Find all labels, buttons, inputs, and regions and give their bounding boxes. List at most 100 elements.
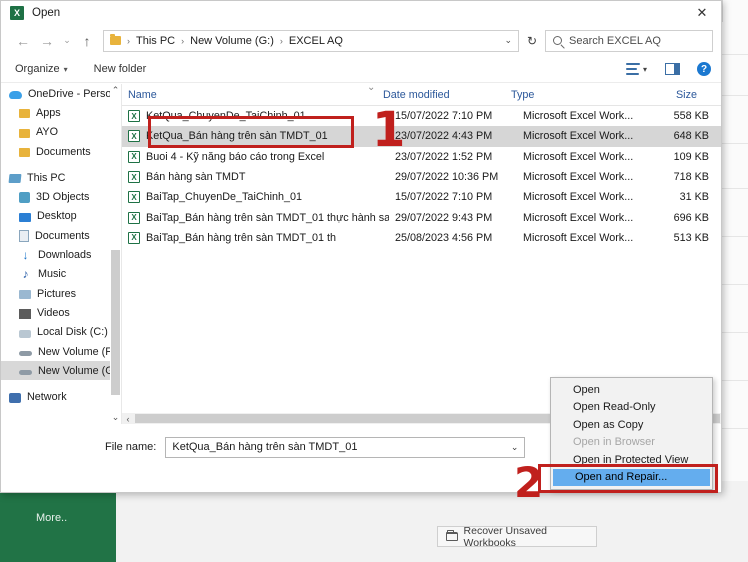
view-list-icon[interactable] [625, 63, 640, 75]
chevron-down-icon[interactable]: ⌄ [511, 442, 519, 453]
file-type: Microsoft Excel Work... [523, 150, 634, 163]
sidebar-item-label: AYO [36, 126, 58, 139]
sidebar-item-music[interactable]: ♪ Music [1, 265, 121, 284]
scroll-up-icon[interactable]: ⌃ [110, 84, 121, 97]
excel-file-icon: X [128, 130, 140, 143]
file-type: Microsoft Excel Work... [523, 191, 634, 204]
file-type: Microsoft Excel Work... [523, 130, 634, 143]
sidebar-item-label: Videos [37, 306, 70, 319]
sidebar-item-local-disk-c[interactable]: Local Disk (C:) [1, 323, 121, 342]
chevron-down-icon: ▾ [63, 64, 68, 74]
this-pc-icon [8, 174, 22, 184]
scroll-down-icon[interactable]: ⌄ [110, 411, 121, 424]
recover-unsaved-workbooks-label: Recover Unsaved Workbooks [463, 524, 548, 549]
excel-more-link[interactable]: More.. [36, 512, 67, 524]
sidebar-item-label: Documents [36, 145, 91, 158]
sidebar-item-pictures[interactable]: Pictures [1, 284, 121, 303]
excel-file-icon: X [128, 231, 140, 244]
file-size: 648 KB [673, 130, 709, 143]
scrollbar-thumb[interactable] [111, 250, 120, 395]
sidebar-item-label: Network [27, 391, 67, 404]
column-header-size[interactable]: Size [633, 89, 699, 105]
3d-objects-icon [19, 191, 30, 203]
sidebar-scrollbar[interactable]: ⌃ ⌄ [110, 84, 121, 424]
sidebar-item-label: New Volume (F:) [38, 345, 119, 358]
sidebar-item-label: Desktop [37, 210, 77, 223]
chevron-down-icon[interactable]: ⌄ [504, 35, 512, 46]
file-date: 29/07/2022 10:36 PM [395, 171, 499, 184]
menu-item-open-and-repair[interactable]: Open and Repair... [553, 468, 710, 486]
documents-icon [19, 229, 29, 242]
table-row[interactable]: X BaiTap_Bán hàng trên sàn TMDT_01 thực … [122, 207, 721, 227]
folder-icon [110, 34, 121, 45]
table-row[interactable]: X BaiTap_Bán hàng trên sàn TMDT_01 th 25… [122, 228, 721, 248]
menu-item-open-as-copy[interactable]: Open as Copy [551, 416, 712, 434]
file-size: 558 KB [673, 110, 709, 123]
menu-item-open[interactable]: Open [551, 381, 712, 399]
sidebar-item-documents-onedrive[interactable]: Documents [1, 142, 121, 161]
folder-icon [19, 148, 30, 158]
up-button[interactable]: ↑ [75, 30, 99, 52]
close-icon[interactable]: ✕ [687, 2, 717, 23]
file-size: 31 KB [679, 191, 709, 204]
table-row-selected[interactable]: X KetQua_Bán hàng trên sàn TMDT_01 23/07… [122, 126, 721, 147]
sidebar-item-label: OneDrive - Person [28, 87, 118, 100]
chevron-down-icon[interactable]: ▾ [643, 65, 647, 74]
scroll-left-icon[interactable]: ‹ [122, 414, 134, 424]
sidebar-item-network[interactable]: Network [1, 387, 121, 406]
new-folder-button[interactable]: New folder [94, 63, 147, 75]
sidebar-item-documents[interactable]: Documents [1, 226, 121, 245]
organize-button[interactable]: Organize ▾ [15, 63, 68, 75]
sidebar-item-ayo[interactable]: AYO [1, 123, 121, 142]
sidebar-item-this-pc[interactable]: This PC [1, 168, 121, 187]
sidebar-item-label: New Volume (G:) [38, 364, 121, 377]
breadcrumb[interactable]: › This PC › New Volume (G:) › EXCEL AQ ⌄ [103, 29, 519, 52]
sidebar-item-videos[interactable]: Videos [1, 303, 121, 322]
sidebar-item-apps[interactable]: Apps [1, 103, 121, 122]
drive-icon [19, 370, 32, 376]
file-name: KetQua_ChuyenDe_TaiChinh_01 [146, 110, 306, 123]
file-name-value: KetQua_Bán hàng trên sàn TMDT_01 [172, 441, 358, 453]
preview-pane-icon[interactable] [665, 63, 680, 75]
file-type: Microsoft Excel Work... [523, 211, 634, 224]
background-excel-panel [119, 481, 748, 562]
table-row[interactable]: X Bán hàng sàn TMDT 29/07/2022 10:36 PM … [122, 167, 721, 187]
file-date: 15/07/2022 7:10 PM [395, 110, 493, 123]
search-input[interactable]: Search EXCEL AQ [545, 29, 713, 52]
pictures-icon [19, 290, 31, 300]
dialog-titlebar: X Open ✕ [1, 1, 721, 25]
sidebar-item-3d-objects[interactable]: 3D Objects [1, 187, 121, 206]
file-name: BaiTap_ChuyenDe_TaiChinh_01 [146, 191, 303, 204]
column-header-type[interactable]: Type [505, 89, 633, 105]
desktop-icon [19, 212, 31, 222]
refresh-icon[interactable]: ↻ [519, 30, 545, 52]
breadcrumb-item-1[interactable]: New Volume (G:) [190, 35, 274, 47]
folder-icon [19, 128, 30, 138]
folder-icon [446, 530, 458, 541]
recover-unsaved-workbooks-button[interactable]: Recover Unsaved Workbooks [437, 524, 597, 549]
file-name-input[interactable]: KetQua_Bán hàng trên sàn TMDT_01 ⌄ [165, 436, 526, 458]
dialog-body: OneDrive - Person Apps AYO Documents Thi… [1, 84, 721, 424]
table-row[interactable]: X Buoi 4 - Kỹ năng báo cáo trong Excel 2… [122, 147, 721, 167]
column-header-name[interactable]: Name [122, 89, 377, 105]
menu-item-open-read-only[interactable]: Open Read-Only [551, 399, 712, 417]
forward-button[interactable]: → [35, 30, 59, 52]
sidebar-item-label: Apps [36, 106, 61, 119]
sidebar-item-onedrive[interactable]: OneDrive - Person [1, 84, 121, 103]
table-row[interactable]: X KetQua_ChuyenDe_TaiChinh_01 15/07/2022… [122, 106, 721, 126]
menu-item-open-in-protected-view[interactable]: Open in Protected View [551, 451, 712, 469]
file-size: 513 KB [673, 231, 709, 244]
table-row[interactable]: X BaiTap_ChuyenDe_TaiChinh_01 15/07/2022… [122, 187, 721, 207]
sidebar-item-downloads[interactable]: ↓ Downloads [1, 245, 121, 264]
file-name: Buoi 4 - Kỹ năng báo cáo trong Excel [146, 150, 325, 163]
sidebar-item-new-volume-f[interactable]: New Volume (F:) [1, 342, 121, 361]
breadcrumb-item-0[interactable]: This PC [136, 35, 175, 47]
sidebar-item-desktop[interactable]: Desktop [1, 207, 121, 226]
back-button[interactable]: ← [11, 30, 35, 52]
file-date: 15/07/2022 7:10 PM [395, 191, 493, 204]
breadcrumb-item-2[interactable]: EXCEL AQ [289, 35, 343, 47]
recent-locations-button[interactable]: ⌄ [59, 30, 75, 52]
sidebar-item-new-volume-g[interactable]: New Volume (G:) [1, 361, 121, 381]
music-icon: ♪ [22, 266, 29, 281]
help-icon[interactable]: ? [697, 62, 711, 76]
